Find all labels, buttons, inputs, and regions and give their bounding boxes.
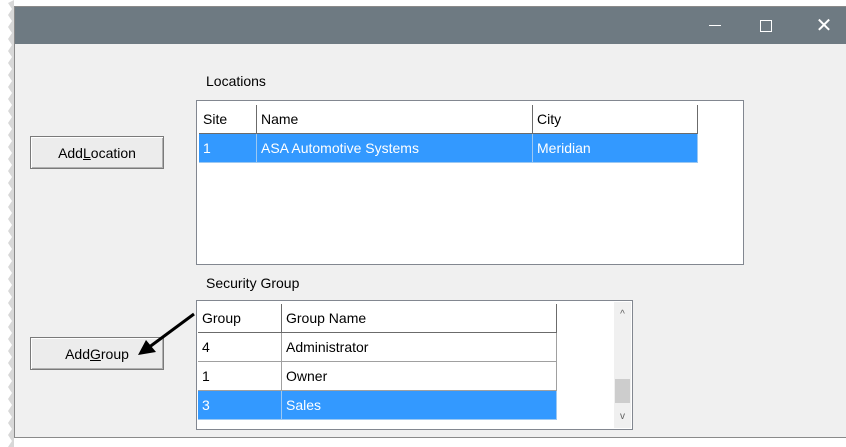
maximize-button[interactable] bbox=[743, 7, 789, 44]
torn-edge-decoration bbox=[8, 0, 14, 447]
group-id-cell: 3 bbox=[198, 391, 282, 420]
locations-header-row: Site Name City bbox=[199, 105, 698, 134]
locations-label: Locations bbox=[206, 73, 266, 89]
add-group-label-pre: Add bbox=[65, 345, 90, 362]
add-group-hotkey: G bbox=[90, 345, 101, 362]
locations-grid[interactable]: Site Name City 1 ASA Automotive Systems … bbox=[196, 100, 744, 265]
group-id-cell: 1 bbox=[198, 362, 282, 391]
close-button[interactable]: ✕ bbox=[801, 7, 846, 44]
security-group-header-row: Group Group Name bbox=[198, 304, 557, 333]
group-id-cell: 4 bbox=[198, 333, 282, 362]
location-city-cell: Meridian bbox=[533, 134, 698, 163]
table-row[interactable]: 4 Administrator bbox=[198, 333, 557, 362]
column-header-group-name[interactable]: Group Name bbox=[282, 304, 557, 333]
add-location-label-post: ocation bbox=[90, 144, 136, 161]
title-bar: ✕ bbox=[15, 7, 846, 44]
add-location-hotkey: L bbox=[82, 144, 91, 161]
add-group-label-post: roup bbox=[100, 345, 129, 362]
scrollbar-thumb[interactable] bbox=[615, 379, 630, 403]
scroll-down-arrow-icon[interactable]: v bbox=[614, 408, 631, 425]
column-header-name[interactable]: Name bbox=[257, 105, 533, 134]
table-row[interactable]: 3 Sales bbox=[198, 391, 557, 420]
security-group-grid[interactable]: Group Group Name 4 Administrator 1 Owner… bbox=[196, 300, 633, 430]
security-group-label: Security Group bbox=[206, 275, 300, 291]
column-header-city[interactable]: City bbox=[533, 105, 698, 134]
group-name-cell: Administrator bbox=[282, 333, 557, 362]
location-name-cell: ASA Automotive Systems bbox=[257, 134, 533, 163]
close-icon: ✕ bbox=[815, 14, 833, 37]
location-site-cell: 1 bbox=[199, 134, 257, 163]
add-location-button[interactable]: Add Location bbox=[30, 136, 164, 169]
dialog-window: ✕ Locations Add Location Site Name City … bbox=[14, 6, 846, 438]
maximize-icon bbox=[760, 19, 772, 32]
table-row[interactable]: 1 Owner bbox=[198, 362, 557, 391]
callout-arrow-icon bbox=[138, 312, 195, 355]
add-location-label-pre: Add bbox=[58, 144, 83, 161]
group-name-cell: Sales bbox=[282, 391, 557, 420]
scroll-up-arrow-icon[interactable]: ^ bbox=[614, 306, 631, 323]
table-row[interactable]: 1 ASA Automotive Systems Meridian bbox=[199, 134, 698, 163]
group-name-cell: Owner bbox=[282, 362, 557, 391]
column-header-site[interactable]: Site bbox=[199, 105, 257, 134]
minimize-icon bbox=[709, 25, 721, 26]
vertical-scrollbar[interactable]: ^ v bbox=[614, 302, 631, 428]
minimize-button[interactable] bbox=[692, 7, 738, 44]
column-header-group[interactable]: Group bbox=[198, 304, 282, 333]
